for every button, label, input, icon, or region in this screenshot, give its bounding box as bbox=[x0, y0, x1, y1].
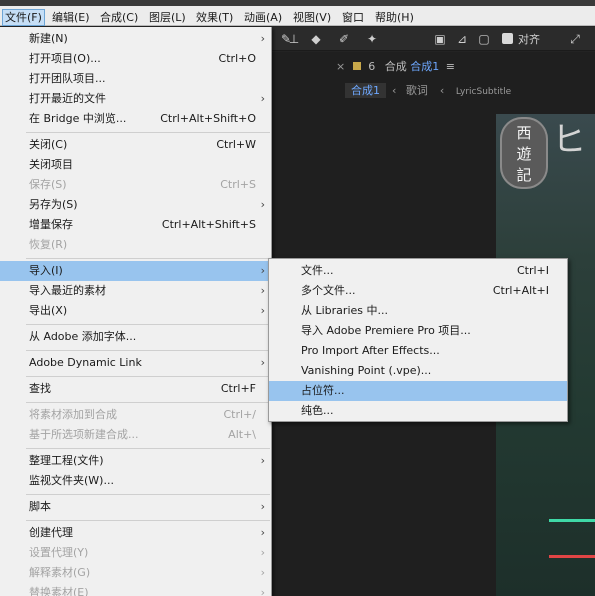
menu-item-dynamic-link[interactable]: Adobe Dynamic Link › bbox=[0, 353, 272, 373]
eraser-tool-icon[interactable]: ◆ bbox=[308, 31, 324, 47]
import-item-file[interactable]: 文件... Ctrl+I bbox=[269, 261, 567, 281]
menu-help[interactable]: 帮助(H) bbox=[373, 9, 416, 26]
menu-item-dependencies[interactable]: 整理工程(文件) › bbox=[0, 451, 272, 471]
submenu-arrow-icon: › bbox=[260, 356, 265, 369]
submenu-arrow-icon: › bbox=[260, 198, 265, 211]
menu-item-save[interactable]: 保存(S) Ctrl+S bbox=[0, 175, 272, 195]
menu-item-add-fonts[interactable]: 从 Adobe 添加字体... bbox=[0, 327, 272, 347]
world-axis-icon[interactable]: ⊿ bbox=[454, 31, 470, 47]
menu-item-open-project[interactable]: 打开项目(O)... Ctrl+O bbox=[0, 49, 272, 69]
menu-item-open-recent[interactable]: 打开最近的文件 › bbox=[0, 89, 272, 109]
breadcrumb-lyrics[interactable]: 歌词 bbox=[406, 84, 428, 97]
menu-layer[interactable]: 图层(L) bbox=[147, 9, 188, 26]
puppet-pin-tool-icon[interactable]: ✦ bbox=[364, 31, 380, 47]
menu-item-import-recent[interactable]: 导入最近的素材 › bbox=[0, 281, 272, 301]
menu-item-open-team-project[interactable]: 打开团队项目... bbox=[0, 69, 272, 89]
menu-animation[interactable]: 动画(A) bbox=[242, 9, 284, 26]
menu-separator bbox=[26, 350, 270, 351]
menu-item-revert[interactable]: 恢复(R) bbox=[0, 235, 272, 255]
menu-item-import[interactable]: 导入(I) › bbox=[0, 261, 272, 281]
submenu-arrow-icon: › bbox=[260, 284, 265, 297]
menu-separator bbox=[26, 520, 270, 521]
menu-separator bbox=[26, 402, 270, 403]
menu-item-close[interactable]: 关闭(C) Ctrl+W bbox=[0, 135, 272, 155]
journey-west-logo: 西遊記 bbox=[500, 117, 548, 189]
submenu-arrow-icon: › bbox=[260, 92, 265, 105]
menu-bar: 文件(F) 编辑(E) 合成(C) 图层(L) 效果(T) 动画(A) 视图(V… bbox=[0, 0, 595, 26]
title-brush-glyph: ヒ bbox=[552, 120, 586, 160]
tab-prefix: 合成 bbox=[384, 60, 407, 73]
menu-item-browse-bridge[interactable]: 在 Bridge 中浏览... Ctrl+Alt+Shift+O bbox=[0, 109, 272, 129]
window-title-strip bbox=[0, 0, 595, 6]
menu-item-scripts[interactable]: 脚本 › bbox=[0, 497, 272, 517]
import-item-vanishing-point[interactable]: Vanishing Point (.vpe)... bbox=[269, 361, 567, 381]
composition-color-icon bbox=[353, 62, 362, 70]
menu-window[interactable]: 窗口 bbox=[340, 9, 366, 26]
import-item-premiere-project[interactable]: 导入 Adobe Premiere Pro 项目... bbox=[269, 321, 567, 341]
tab-composition-name: 合成1 bbox=[410, 60, 440, 73]
menu-item-find[interactable]: 查找 Ctrl+F bbox=[0, 379, 272, 399]
submenu-arrow-icon: › bbox=[260, 586, 265, 596]
menu-separator bbox=[26, 258, 270, 259]
breadcrumb-arrow-icon: ‹ bbox=[439, 84, 445, 97]
submenu-arrow-icon: › bbox=[260, 546, 265, 559]
submenu-arrow-icon: › bbox=[260, 304, 265, 317]
submenu-arrow-icon: › bbox=[260, 566, 265, 579]
menu-item-create-proxy[interactable]: 创建代理 › bbox=[0, 523, 272, 543]
menu-effect[interactable]: 效果(T) bbox=[194, 9, 235, 26]
menu-item-replace-footage[interactable]: 替换素材(E) › bbox=[0, 583, 272, 596]
expand-icon[interactable]: ⤢ bbox=[567, 31, 583, 47]
menu-item-new-comp-from-selection[interactable]: 基于所选项新建合成... Alt+\ bbox=[0, 425, 272, 445]
composition-tab[interactable]: × 6 合成 合成1 ≡ bbox=[336, 58, 455, 76]
menu-item-new[interactable]: 新建(N) › bbox=[0, 29, 272, 49]
menu-item-interpret-footage[interactable]: 解释素材(G) › bbox=[0, 563, 272, 583]
import-item-solid[interactable]: 纯色... bbox=[269, 401, 567, 421]
green-guide-line bbox=[549, 519, 595, 522]
submenu-arrow-icon: › bbox=[260, 32, 265, 45]
menu-item-increment-save[interactable]: 增量保存 Ctrl+Alt+Shift+S bbox=[0, 215, 272, 235]
submenu-arrow-icon: › bbox=[260, 264, 265, 277]
view-axis-icon[interactable]: ▢ bbox=[476, 31, 492, 47]
menu-item-set-proxy[interactable]: 设置代理(Y) › bbox=[0, 543, 272, 563]
lock-icon[interactable]: 6 bbox=[368, 60, 375, 73]
import-submenu: 文件... Ctrl+I 多个文件... Ctrl+Alt+I 从 Librarie… bbox=[268, 258, 568, 422]
import-item-from-libraries[interactable]: 从 Libraries 中... bbox=[269, 301, 567, 321]
snap-label: 对齐 bbox=[518, 33, 540, 46]
import-item-placeholder[interactable]: 占位符... bbox=[269, 381, 567, 401]
menu-edit[interactable]: 编辑(E) bbox=[50, 9, 92, 26]
submenu-arrow-icon: › bbox=[260, 500, 265, 513]
menu-view[interactable]: 视图(V) bbox=[291, 9, 333, 26]
menu-item-add-footage-to-comp[interactable]: 将素材添加到合成 Ctrl+/ bbox=[0, 405, 272, 425]
red-guide-line bbox=[549, 555, 595, 558]
menu-item-watch-folder[interactable]: 监视文件夹(W)... bbox=[0, 471, 272, 491]
panel-menu-icon[interactable]: ≡ bbox=[446, 60, 455, 73]
axis-mode-icon[interactable]: ▣ bbox=[432, 31, 448, 47]
submenu-arrow-icon: › bbox=[260, 454, 265, 467]
menu-file[interactable]: 文件(F) bbox=[2, 9, 45, 26]
roto-brush-tool-icon[interactable]: ✐ bbox=[336, 31, 352, 47]
menu-item-save-as[interactable]: 另存为(S) › bbox=[0, 195, 272, 215]
menu-separator bbox=[26, 324, 270, 325]
snap-checkbox[interactable] bbox=[502, 33, 513, 44]
clone-stamp-tool-icon[interactable]: ⊥ bbox=[286, 31, 302, 47]
breadcrumb-lyric-subtitle[interactable]: LyricSubtitle bbox=[456, 87, 511, 97]
menu-item-close-project[interactable]: 关闭项目 bbox=[0, 155, 272, 175]
submenu-arrow-icon: › bbox=[260, 526, 265, 539]
import-item-multiple-files[interactable]: 多个文件... Ctrl+Alt+I bbox=[269, 281, 567, 301]
file-menu-dropdown: 新建(N) › 打开项目(O)... Ctrl+O 打开团队项目... 打开最近的文… bbox=[0, 27, 272, 596]
close-tab-icon[interactable]: × bbox=[336, 60, 345, 73]
menu-composition[interactable]: 合成(C) bbox=[98, 9, 140, 26]
menu-separator bbox=[26, 448, 270, 449]
breadcrumb-current-comp[interactable]: 合成1 bbox=[345, 83, 386, 98]
breadcrumb-arrow-icon: ‹ bbox=[392, 84, 397, 97]
menu-separator bbox=[26, 494, 270, 495]
tools-toolbar: ✎ ⊥ ◆ ✐ ✦ ▣ ⊿ ▢ ⤢ bbox=[270, 27, 595, 51]
menu-separator bbox=[26, 132, 270, 133]
menu-item-export[interactable]: 导出(X) › bbox=[0, 301, 272, 321]
menu-separator bbox=[26, 376, 270, 377]
composition-breadcrumb: 合成1 ‹ 歌词 ‹ LyricSubtitle bbox=[345, 82, 511, 98]
import-item-pro-import[interactable]: Pro Import After Effects... bbox=[269, 341, 567, 361]
